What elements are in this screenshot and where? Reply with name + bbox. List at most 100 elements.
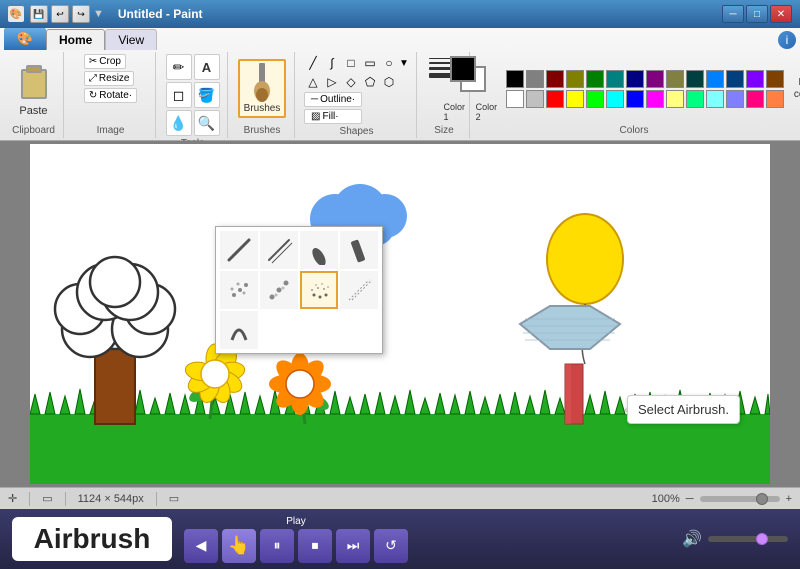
palette-white[interactable]	[506, 90, 524, 108]
palette-black[interactable]	[506, 70, 524, 88]
help-button[interactable]: i	[778, 31, 796, 49]
crop-icon: ✂	[89, 56, 97, 67]
main-window: 🎨 💾 ↩ ↪ ▼ Untitled - Paint ─ □ ✕ 🎨 Home …	[0, 0, 800, 569]
curve-shape[interactable]: ∫	[323, 54, 341, 72]
palette-gray[interactable]	[526, 70, 544, 88]
palette-silver[interactable]	[526, 90, 544, 108]
palette-navy[interactable]	[626, 70, 644, 88]
control-bar: Airbrush Play ◀ 👆 ⏸ ⏹ ⏭ ↺ 🔊	[0, 509, 800, 569]
roundrect-shape[interactable]: ▭	[361, 54, 379, 72]
brush-option-3[interactable]	[300, 231, 338, 269]
line-shape[interactable]: ╱	[304, 54, 322, 72]
palette-maroon[interactable]	[546, 70, 564, 88]
close-button[interactable]: ✕	[770, 5, 792, 23]
palette-lightcyan[interactable]	[706, 90, 724, 108]
volume-icon[interactable]: 🔊	[682, 529, 702, 549]
zoom-slider[interactable]	[700, 496, 780, 502]
ellipse-shape[interactable]: ○	[380, 54, 398, 72]
fill-tool[interactable]: 🪣	[194, 82, 220, 108]
brush-option-9[interactable]	[220, 311, 258, 349]
prev-button[interactable]: ◀	[184, 529, 218, 563]
tooltip-bubble: Select Airbrush.	[627, 395, 740, 424]
palette-lime[interactable]	[586, 90, 604, 108]
next-button[interactable]: ⏭	[336, 529, 370, 563]
volume-area: 🔊	[682, 529, 788, 549]
crop-button[interactable]: ✂ Crop	[84, 54, 126, 69]
resize-button[interactable]: ⤢ Resize	[84, 71, 135, 86]
palette-blue[interactable]	[706, 70, 724, 88]
fill-button[interactable]: ▨ Fill·	[304, 109, 362, 124]
palette-periwinkle[interactable]	[726, 90, 744, 108]
palette-magenta[interactable]	[646, 90, 664, 108]
shapes-content: ╱ ∫ □ ▭ ○ ▼ △ ▷ ◇ ⬠ ⬡	[304, 54, 409, 124]
transport-buttons: ◀ 👆 ⏸ ⏹ ⏭ ↺	[184, 529, 408, 563]
palette-rose[interactable]	[746, 90, 764, 108]
volume-slider[interactable]	[708, 536, 788, 542]
brush-option-5[interactable]	[220, 271, 258, 309]
brush-option-4[interactable]	[340, 231, 378, 269]
pentagon-shape[interactable]: ⬠	[361, 73, 379, 91]
paint-canvas[interactable]: Select Airbrush.	[30, 144, 770, 484]
palette-brown[interactable]	[766, 70, 784, 88]
zoom-plus[interactable]: +	[786, 493, 792, 505]
shapes-more[interactable]: ▼	[399, 54, 409, 72]
triangle-shape[interactable]: △	[304, 73, 322, 91]
paint-menu-button[interactable]: 🎨	[4, 28, 46, 50]
edit-colors-button[interactable]: Edit colors	[790, 75, 800, 103]
resize-label: Resize	[99, 73, 130, 84]
outline-button[interactable]: ─ Outline·	[304, 92, 362, 107]
rotate-button[interactable]: ↻ Rotate·	[84, 88, 137, 103]
drawing-canvas	[30, 144, 770, 484]
tab-view[interactable]: View	[105, 29, 157, 50]
text-tool[interactable]: A	[194, 54, 220, 80]
eraser-tool[interactable]: ◻	[166, 82, 192, 108]
rect-shape[interactable]: □	[342, 54, 360, 72]
zoom-minus[interactable]: ─	[686, 493, 694, 505]
replay-button[interactable]: ↺	[374, 529, 408, 563]
hexagon-shape[interactable]: ⬡	[380, 73, 398, 91]
quick-access-redo[interactable]: ↪	[72, 5, 90, 23]
play-button[interactable]: 👆	[222, 529, 256, 563]
color1-swatch[interactable]	[450, 56, 476, 82]
quick-access-dropdown[interactable]: ▼	[93, 8, 104, 20]
palette-green[interactable]	[586, 70, 604, 88]
palette-darkyellow[interactable]	[666, 70, 684, 88]
palette-darkteal[interactable]	[686, 70, 704, 88]
palette-darkblue[interactable]	[726, 70, 744, 88]
palette-olive[interactable]	[566, 70, 584, 88]
color-boxes	[450, 56, 494, 100]
pencil-tool[interactable]: ✏	[166, 54, 192, 80]
pause-button[interactable]: ⏸	[260, 529, 294, 563]
palette-yellow[interactable]	[566, 90, 584, 108]
maximize-button[interactable]: □	[746, 5, 768, 23]
brush-option-6[interactable]	[260, 271, 298, 309]
quick-access-save[interactable]: 💾	[30, 5, 48, 23]
palette-mint[interactable]	[686, 90, 704, 108]
palette-purple[interactable]	[646, 70, 664, 88]
palette-red[interactable]	[546, 90, 564, 108]
brush-option-8[interactable]	[340, 271, 378, 309]
palette-violet[interactable]	[746, 70, 764, 88]
paste-button[interactable]: Paste	[12, 59, 56, 119]
palette-orange[interactable]	[766, 90, 784, 108]
rightarrow-shape[interactable]: ▷	[323, 73, 341, 91]
magnify-tool[interactable]: 🔍	[194, 110, 220, 136]
brushes-button[interactable]: Brushes	[238, 59, 287, 118]
minimize-button[interactable]: ─	[722, 5, 744, 23]
quick-access-undo[interactable]: ↩	[51, 5, 69, 23]
palette-teal[interactable]	[606, 70, 624, 88]
shapes-group: ╱ ∫ □ ▭ ○ ▼ △ ▷ ◇ ⬠ ⬡	[297, 52, 417, 138]
rotate-label: Rotate·	[99, 90, 132, 101]
brush-option-2[interactable]	[260, 231, 298, 269]
palette-lightyellow[interactable]	[666, 90, 684, 108]
outline-label: Outline·	[320, 94, 355, 105]
diamond-shape[interactable]: ◇	[342, 73, 360, 91]
brush-option-1[interactable]	[220, 231, 258, 269]
brush-option-airbrush[interactable]	[300, 271, 338, 309]
tab-home[interactable]: Home	[46, 29, 105, 50]
brushes-group: Brushes Brushes	[230, 52, 295, 138]
stop-button[interactable]: ⏹	[298, 529, 332, 563]
palette-cyan[interactable]	[606, 90, 624, 108]
palette-blue2[interactable]	[626, 90, 644, 108]
dropper-tool[interactable]: 💧	[166, 110, 192, 136]
